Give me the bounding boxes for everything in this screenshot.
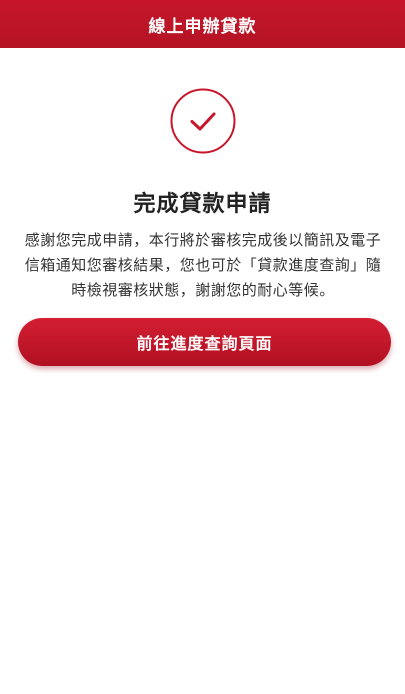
check-circle-icon <box>170 88 236 154</box>
app-header: 線上申辦貸款 <box>0 0 405 48</box>
confirmation-message: 感謝您完成申請，本行將於審核完成後以簡訊及電子信箱通知您審核結果，您也可於「貸款… <box>24 231 382 299</box>
go-to-progress-query-button[interactable]: 前往進度查詢頁面 <box>18 318 391 366</box>
page-title: 完成貸款申請 <box>133 192 272 217</box>
header-title: 線上申辦貸款 <box>148 16 257 37</box>
